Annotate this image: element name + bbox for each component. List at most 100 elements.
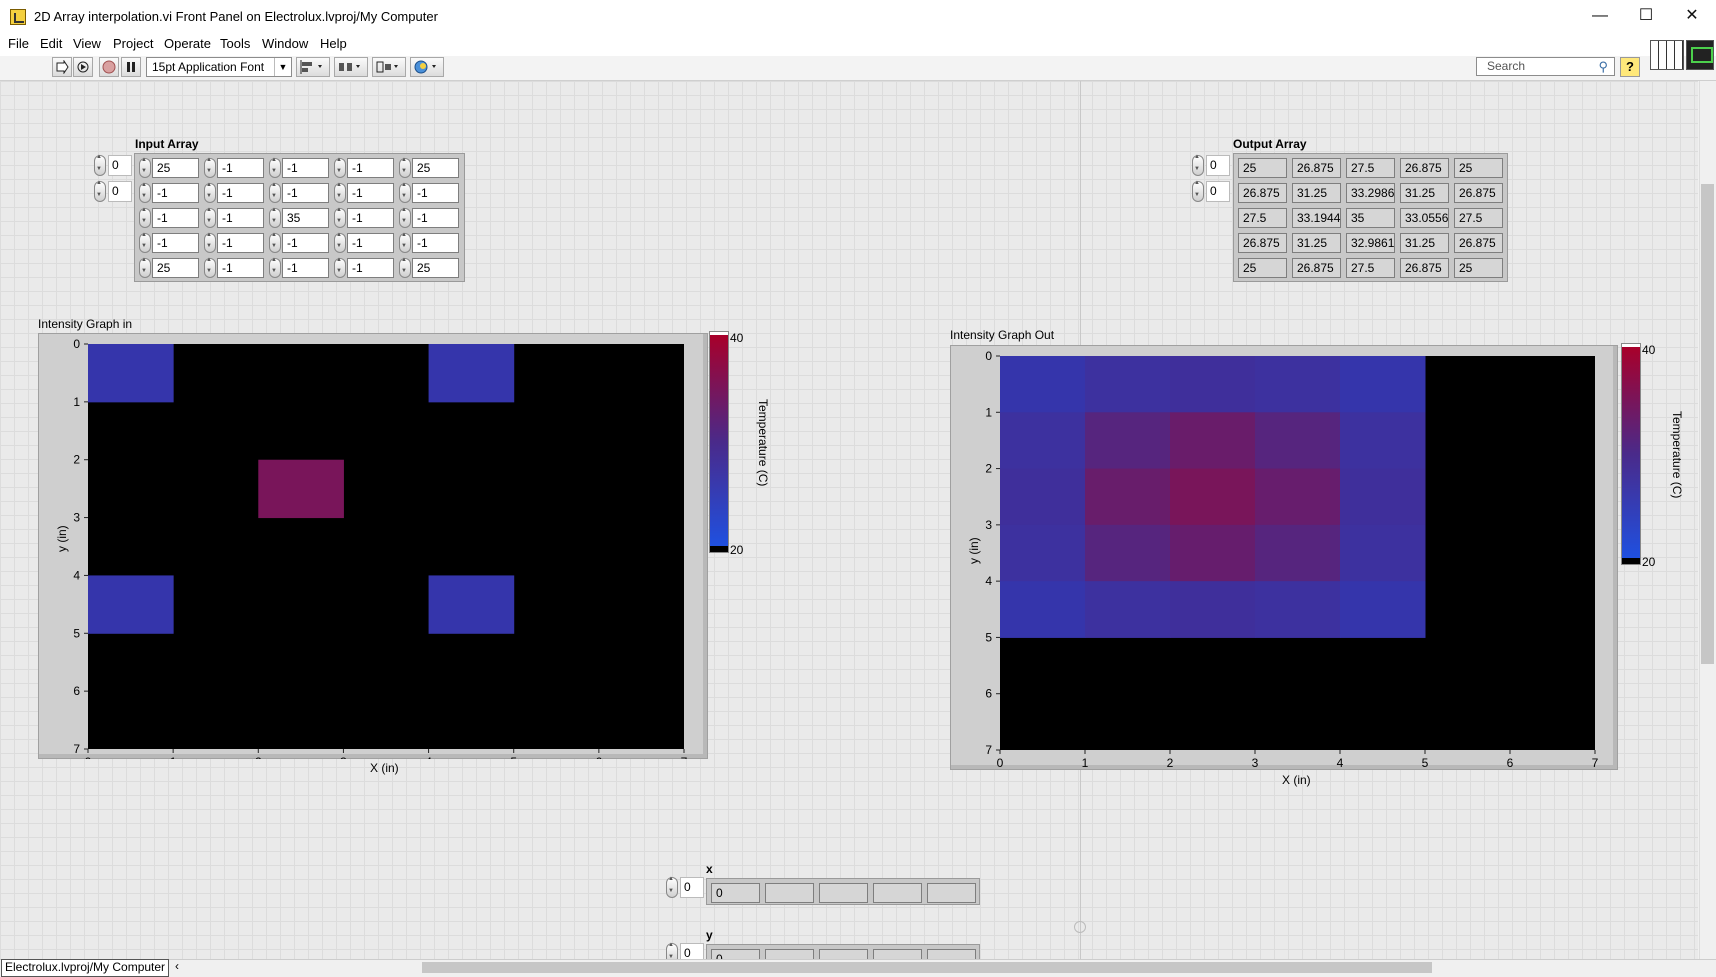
array-element[interactable]: -1 xyxy=(412,233,459,253)
array-element[interactable]: 27.5 xyxy=(1346,158,1395,178)
array-element[interactable]: -1 xyxy=(152,183,199,203)
index-value[interactable]: 0 xyxy=(1206,181,1230,202)
element-spinner[interactable] xyxy=(334,232,346,253)
array-element[interactable] xyxy=(819,883,868,903)
array-element[interactable]: 35 xyxy=(282,208,329,228)
array-element[interactable]: 31.25 xyxy=(1400,183,1449,203)
element-spinner[interactable] xyxy=(139,157,151,178)
array-element[interactable]: -1 xyxy=(217,233,264,253)
array-element[interactable]: 25 xyxy=(152,258,199,278)
array-element[interactable]: 25 xyxy=(1454,258,1503,278)
element-spinner[interactable] xyxy=(399,182,411,203)
array-element[interactable]: -1 xyxy=(217,158,264,178)
array-element[interactable] xyxy=(765,949,814,959)
element-spinner[interactable] xyxy=(139,257,151,278)
run-continuously-button[interactable] xyxy=(73,57,93,77)
intensity-graph-out[interactable]: 0 0 1 1 2 2 3 3 4 4 5 5 6 6 7 7 xyxy=(950,345,1618,770)
element-spinner[interactable] xyxy=(334,157,346,178)
graph-out-color-scale[interactable] xyxy=(1621,343,1641,565)
element-spinner[interactable] xyxy=(204,157,216,178)
x-array-index[interactable]: 0 xyxy=(666,876,706,898)
menu-window[interactable]: Window xyxy=(262,36,308,51)
input-array-row-index[interactable]: 0 xyxy=(94,154,134,176)
array-element[interactable]: -1 xyxy=(412,183,459,203)
close-button[interactable]: ✕ xyxy=(1669,0,1715,32)
array-element[interactable] xyxy=(927,949,976,959)
index-spinner[interactable] xyxy=(1192,180,1204,202)
array-element[interactable]: 25 xyxy=(152,158,199,178)
element-spinner[interactable] xyxy=(399,257,411,278)
array-element[interactable] xyxy=(873,949,922,959)
array-element[interactable]: 31.25 xyxy=(1400,233,1449,253)
element-spinner[interactable] xyxy=(269,157,281,178)
element-spinner[interactable] xyxy=(399,207,411,228)
index-spinner[interactable] xyxy=(666,876,678,898)
index-value[interactable]: 0 xyxy=(680,943,704,959)
array-element[interactable]: 27.5 xyxy=(1454,208,1503,228)
array-element[interactable]: 31.25 xyxy=(1292,233,1341,253)
array-element[interactable]: 26.875 xyxy=(1292,158,1341,178)
array-element[interactable]: 27.5 xyxy=(1238,208,1287,228)
run-button[interactable] xyxy=(52,57,72,77)
index-value[interactable]: 0 xyxy=(1206,155,1230,176)
element-spinner[interactable] xyxy=(269,207,281,228)
distribute-objects-button[interactable] xyxy=(334,57,368,77)
array-element[interactable]: 0 xyxy=(711,949,760,959)
array-element[interactable]: 27.5 xyxy=(1346,258,1395,278)
array-element[interactable]: -1 xyxy=(347,233,394,253)
graph-out-scale-max[interactable]: 40 xyxy=(1642,343,1655,357)
element-spinner[interactable] xyxy=(334,182,346,203)
array-element[interactable]: -1 xyxy=(282,233,329,253)
array-element[interactable]: -1 xyxy=(412,208,459,228)
element-spinner[interactable] xyxy=(269,232,281,253)
array-element[interactable]: -1 xyxy=(217,208,264,228)
array-element[interactable]: 26.875 xyxy=(1454,183,1503,203)
array-element[interactable]: -1 xyxy=(152,208,199,228)
menu-operate[interactable]: Operate xyxy=(164,36,211,51)
array-element[interactable] xyxy=(765,883,814,903)
graph-out-scale-min[interactable]: 20 xyxy=(1642,555,1655,569)
array-element[interactable]: 31.25 xyxy=(1292,183,1341,203)
element-spinner[interactable] xyxy=(139,207,151,228)
array-element[interactable]: 26.875 xyxy=(1400,158,1449,178)
index-spinner[interactable] xyxy=(94,154,106,176)
array-element[interactable]: 33.0556 xyxy=(1400,208,1449,228)
array-element[interactable]: 26.875 xyxy=(1400,258,1449,278)
element-spinner[interactable] xyxy=(139,182,151,203)
array-element[interactable]: 26.875 xyxy=(1238,183,1287,203)
align-objects-button[interactable] xyxy=(296,57,330,77)
array-element[interactable]: 32.9861 xyxy=(1346,233,1395,253)
array-element[interactable]: -1 xyxy=(347,183,394,203)
array-element[interactable]: 33.2986 xyxy=(1346,183,1395,203)
index-spinner[interactable] xyxy=(1192,154,1204,176)
element-spinner[interactable] xyxy=(204,232,216,253)
array-element[interactable]: -1 xyxy=(152,233,199,253)
array-element[interactable]: 35 xyxy=(1346,208,1395,228)
element-spinner[interactable] xyxy=(204,182,216,203)
scroll-left-icon[interactable]: ‹ xyxy=(175,959,179,973)
array-element[interactable] xyxy=(927,883,976,903)
array-element[interactable]: 26.875 xyxy=(1292,258,1341,278)
menu-tools[interactable]: Tools xyxy=(220,36,250,51)
array-element[interactable]: 26.875 xyxy=(1238,233,1287,253)
array-element[interactable]: -1 xyxy=(217,183,264,203)
array-element[interactable]: -1 xyxy=(282,183,329,203)
menu-view[interactable]: View xyxy=(73,36,101,51)
abort-button[interactable] xyxy=(99,57,119,77)
element-spinner[interactable] xyxy=(139,232,151,253)
array-element[interactable]: -1 xyxy=(282,258,329,278)
graph-in-scale-min[interactable]: 20 xyxy=(730,543,743,557)
plot-area[interactable] xyxy=(88,344,684,749)
reorder-button[interactable] xyxy=(410,57,444,77)
resize-objects-button[interactable] xyxy=(372,57,406,77)
connector-pane-icon[interactable] xyxy=(1650,40,1684,70)
search-input[interactable]: Search ⚲ xyxy=(1476,57,1615,76)
element-spinner[interactable] xyxy=(334,257,346,278)
element-spinner[interactable] xyxy=(334,207,346,228)
maximize-button[interactable]: ☐ xyxy=(1623,0,1669,32)
array-element[interactable]: 25 xyxy=(1238,258,1287,278)
element-spinner[interactable] xyxy=(269,257,281,278)
index-value[interactable]: 0 xyxy=(108,181,132,202)
graph-in-color-scale[interactable] xyxy=(709,331,729,553)
array-element[interactable]: 25 xyxy=(412,258,459,278)
